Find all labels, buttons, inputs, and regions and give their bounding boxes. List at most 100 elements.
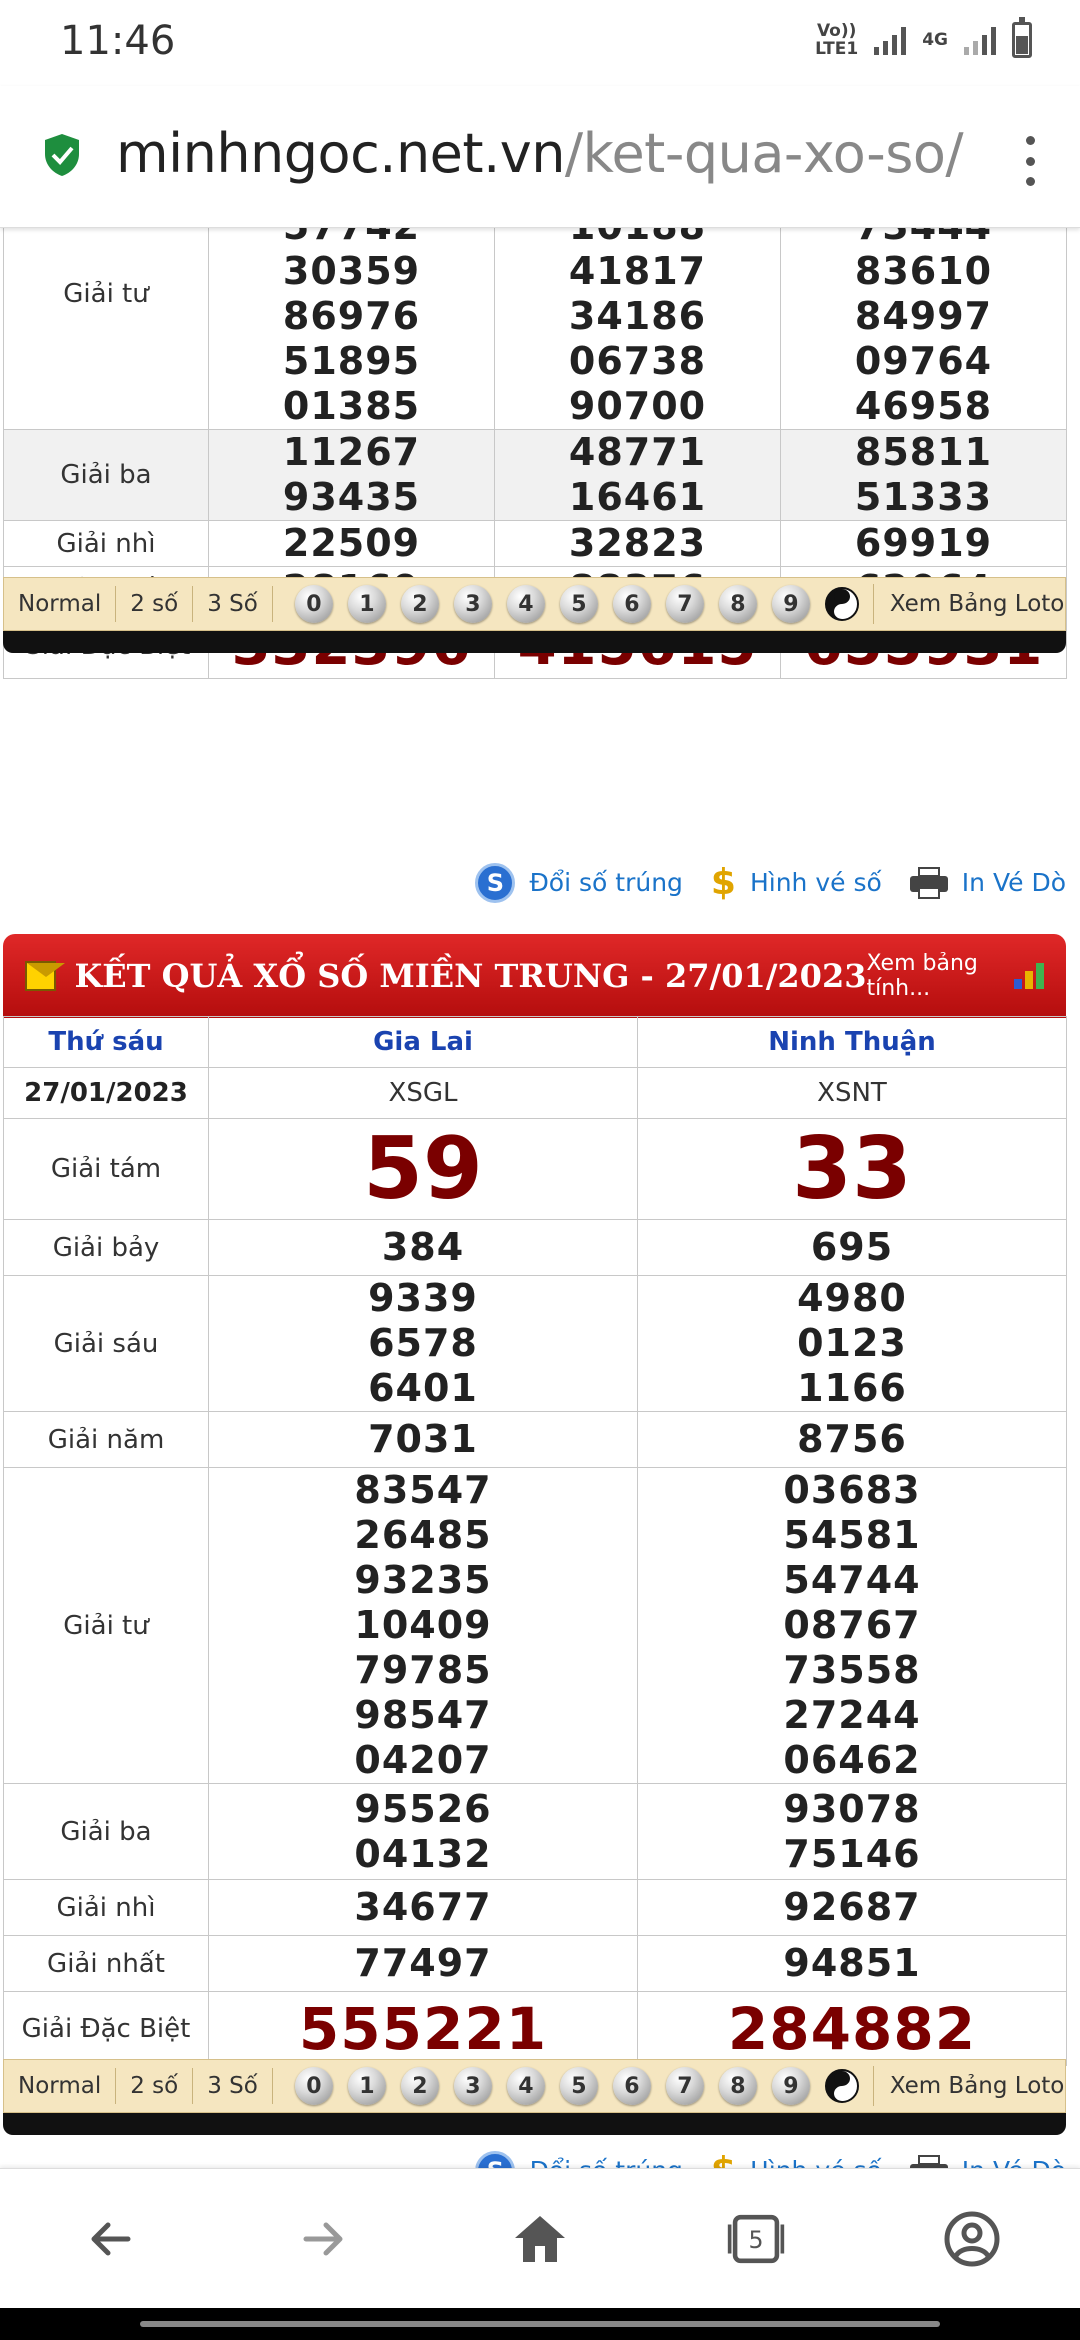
prize-value: 8756 [637,1411,1067,1468]
view-loto-table-link[interactable]: Xem Bảng Loto [874,591,1065,617]
prize-number: 51333 [854,475,993,519]
prize-number: 284882 [727,1994,977,2063]
exchange-link[interactable]: S Đổi số trúng [475,862,683,903]
two-digits-button[interactable]: 2 số [116,2068,194,2104]
prize-value: 93078 75146 [637,1783,1067,1880]
draw-date: 27/01/2023 [3,1067,209,1119]
prize-label: Giải nhì [3,1879,209,1936]
gesture-pill [140,2321,940,2327]
digit-balls: 0 1 2 3 4 5 6 7 8 9 [273,584,874,624]
ball-6[interactable]: 6 [612,585,651,623]
prize-number: 10409 [354,1603,492,1647]
ball-3[interactable]: 3 [453,585,492,623]
ball-7[interactable]: 7 [665,2067,704,2105]
ball-4[interactable]: 4 [506,2067,545,2105]
three-digits-button[interactable]: 3 Số [193,586,273,622]
bar-chart-icon[interactable] [1014,963,1044,989]
ball-2[interactable]: 2 [400,585,439,623]
envelope-icon [25,961,66,991]
prize-number: 46958 [854,384,993,428]
loto-toolbar-top: Normal 2 số 3 Số 0 1 2 3 4 5 6 7 8 9 Xem… [3,577,1066,631]
printer-icon [909,866,948,899]
more-vert-icon[interactable] [1024,136,1036,186]
prize-number: 384 [381,1225,465,1269]
prize-number: 6578 [368,1321,478,1365]
signal-icon [874,25,907,55]
normal-button[interactable]: Normal [4,2068,117,2104]
ticket-image-link[interactable]: $ Hình vé số [711,862,882,903]
normal-button[interactable]: Normal [4,586,117,622]
ball-9[interactable]: 9 [771,585,810,623]
prize-value: 94851 [637,1935,1067,1992]
prize-number: 09764 [854,339,993,383]
prize-number: 22509 [282,521,421,565]
prize-row: Giải Đặc Biệt 555221 284882 [3,1991,1067,2066]
prize-label: Giải tư [3,1467,209,1784]
prize-number: 48771 [568,430,707,474]
prize-value: 34677 [208,1879,638,1936]
status-icons: Vo)) LTE1 4G [815,17,1032,58]
prize-label: Giải nhì [3,520,209,567]
prize-row: Giải nhì 34677 92687 [3,1879,1067,1936]
ball-6[interactable]: 6 [612,2067,651,2105]
ball-4[interactable]: 4 [506,585,545,623]
prize-value: 69919 [780,520,1067,567]
prize-number: 95526 [354,1786,492,1831]
prize-number: 11267 [282,430,421,474]
prize-number: 84997 [854,294,993,338]
prize-number: 30359 [282,249,421,293]
arrow-right-icon[interactable] [294,2209,354,2269]
ball-5[interactable]: 5 [559,2067,598,2105]
prize-number: 90700 [568,384,707,428]
view-loto-table-link[interactable]: Xem Bảng Loto [874,2073,1065,2099]
arrow-left-icon[interactable] [80,2209,140,2269]
home-icon[interactable] [510,2209,570,2269]
ball-7[interactable]: 7 [665,585,704,623]
yin-yang-icon[interactable] [824,2069,859,2103]
view-calc-table-link[interactable]: Xem bảng tính... [866,951,998,1001]
print-link[interactable]: In Vé Dò [909,866,1066,899]
dollar-icon: $ [710,862,736,903]
two-digits-button[interactable]: 2 số [116,586,194,622]
ball-9[interactable]: 9 [771,2067,810,2105]
ball-8[interactable]: 8 [718,2067,757,2105]
prize-number: 57742 [209,228,494,249]
prize-number: 32823 [568,521,707,565]
prize-number: 4980 [797,1276,907,1320]
tabs-icon[interactable]: 5 [726,2209,786,2269]
prize-number: 06462 [783,1738,921,1782]
browser-nav-bar: 5 [0,2168,1080,2308]
print-label: In Vé Dò [961,868,1066,897]
account-icon[interactable] [942,2209,1002,2269]
exchange-label: Đổi số trúng [529,868,683,897]
prize-number: 8756 [797,1417,907,1461]
prize-label: Giải sáu [3,1275,209,1412]
prize-row: Giải bảy 384 695 [3,1219,1067,1276]
ball-0[interactable]: 0 [294,2067,333,2105]
ball-5[interactable]: 5 [559,585,598,623]
ball-8[interactable]: 8 [718,585,757,623]
province-name[interactable]: Ninh Thuận [637,1016,1067,1068]
url-bar[interactable]: minhngoc.net.vn/ket-qua-xo-so/m [0,86,1080,228]
prize-label: Giải ba [3,1783,209,1880]
prize-value: 22509 [208,520,495,567]
yin-yang-icon[interactable] [824,587,859,621]
loto-toolbar-bottom: Normal 2 số 3 Số 0 1 2 3 4 5 6 7 8 9 Xem… [3,2059,1066,2113]
prize-number: 93435 [282,475,421,519]
prize-number: 08767 [783,1603,921,1647]
url-text[interactable]: minhngoc.net.vn/ket-qua-xo-so/m [116,122,966,185]
prize-number: 695 [810,1225,894,1269]
ball-1[interactable]: 1 [347,2067,386,2105]
table-footer-bar [3,2113,1066,2135]
prize-number: 54744 [783,1558,921,1602]
prize-value: 92687 [637,1879,1067,1936]
digit-balls: 0 1 2 3 4 5 6 7 8 9 [273,2066,874,2106]
province-name[interactable]: Gia Lai [208,1016,638,1068]
prize-label: Giải Đặc Biệt [3,1991,209,2066]
ball-0[interactable]: 0 [294,585,333,623]
ball-1[interactable]: 1 [347,585,386,623]
ball-2[interactable]: 2 [400,2067,439,2105]
prize-value: 555221 [208,1991,638,2066]
three-digits-button[interactable]: 3 Số [193,2068,273,2104]
ball-3[interactable]: 3 [453,2067,492,2105]
